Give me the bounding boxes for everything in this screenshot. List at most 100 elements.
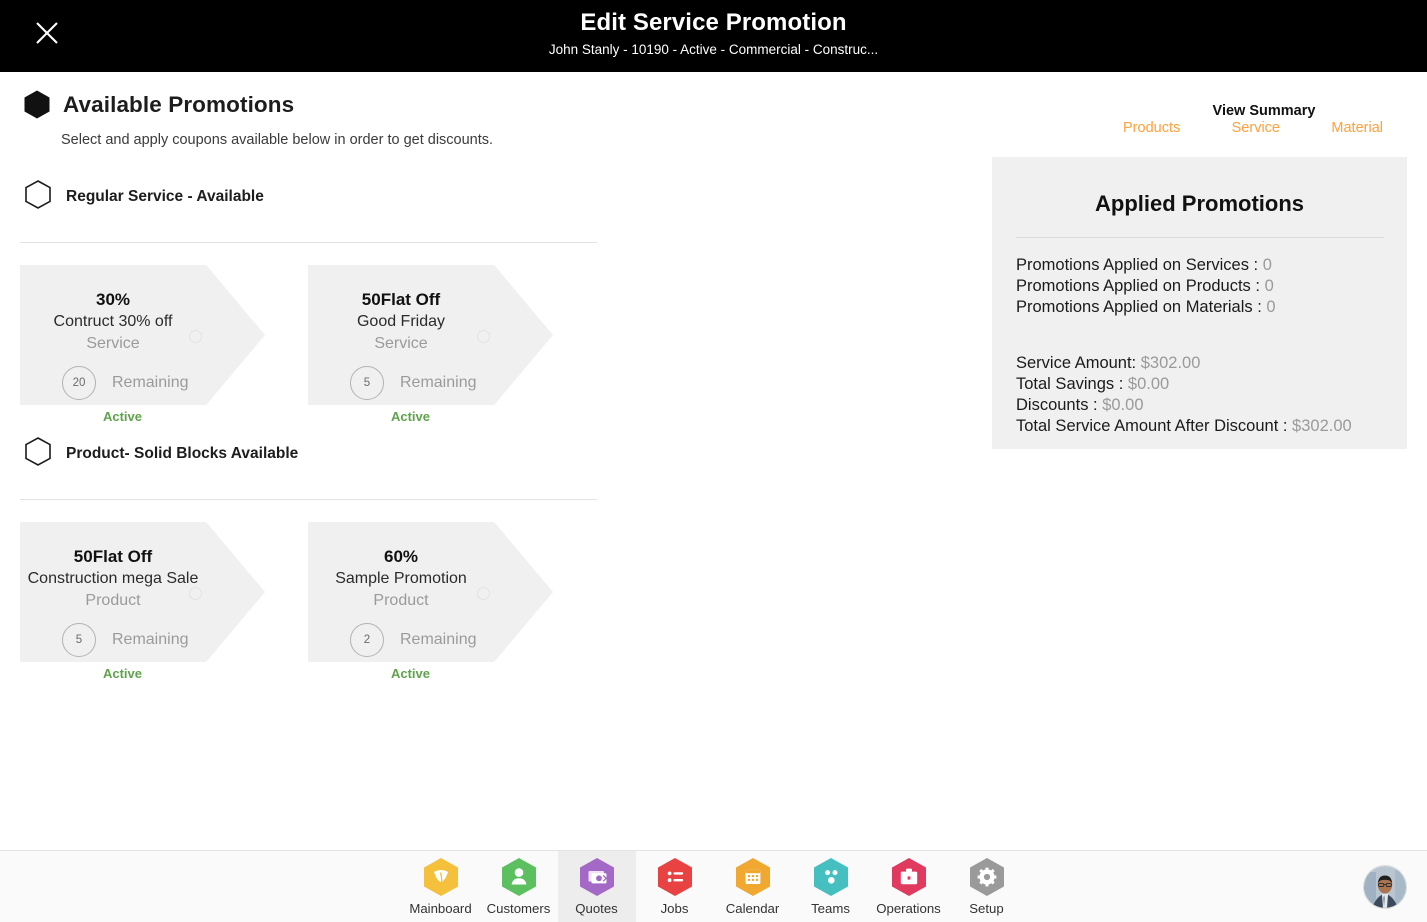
status-badge: Active [102, 666, 143, 681]
promotions-screen: Edit Service Promotion John Stanly - 101… [0, 0, 1427, 922]
dashboard-icon [423, 857, 459, 897]
avatar[interactable] [1363, 865, 1407, 909]
divider [1015, 237, 1384, 238]
value: $302.00 [1292, 416, 1352, 435]
nav-item-jobs[interactable]: Jobs [636, 851, 714, 922]
coupon-remaining-label: Remaining [400, 631, 477, 648]
coupon-type: Service [374, 335, 428, 352]
coupon-name: Good Friday [356, 313, 446, 330]
value: 0 [1266, 297, 1276, 316]
page-subtitle: Select and apply coupons available below… [61, 132, 494, 148]
label: Promotions Applied on Materials : [1016, 297, 1267, 316]
coupon-card[interactable]: 60% Sample Promotion Product 2 Remaining Acti… [308, 522, 553, 681]
coupon-card[interactable]: 30% Contruct 30% off Service 20 Remaining Act… [20, 265, 265, 424]
divider [20, 499, 597, 500]
summary-link-service[interactable]: Service [1232, 120, 1280, 136]
nav-item-label: Quotes [575, 901, 618, 916]
nav-item-label: Customers [486, 901, 551, 916]
applied-amount-line: Service Amount: $302.00 [1016, 353, 1407, 374]
divider [20, 242, 597, 243]
nav-item-label: Mainboard [409, 901, 472, 916]
applied-amount-line: Total Service Amount After Discount : $3… [1016, 416, 1407, 437]
calendar-icon [735, 857, 771, 897]
quote-icon [579, 857, 615, 897]
nav-item-teams[interactable]: Teams [792, 851, 870, 922]
hexagon-outline-icon [25, 180, 51, 214]
hexagon-outline-icon [25, 437, 51, 471]
applied-amount-line: Discounts : $0.00 [1016, 395, 1407, 416]
nav-item-operations[interactable]: Operations [870, 851, 948, 922]
view-summary-links: Products Service Material [1123, 120, 1383, 136]
teams-icon [813, 857, 849, 897]
label: Discounts : [1016, 395, 1103, 414]
modal-header: Edit Service Promotion John Stanly - 101… [0, 0, 1427, 72]
label: Promotions Applied on Services : [1016, 256, 1263, 274]
applied-count-line: Promotions Applied on Materials : 0 [1016, 297, 1407, 318]
nav-item-calendar[interactable]: Calendar [714, 851, 792, 922]
nav-item-label: Teams [811, 901, 850, 916]
nav-item-customers[interactable]: Customers [480, 851, 558, 922]
label: Total Savings : [1016, 375, 1128, 394]
coupon-name: Contruct 30% off [53, 313, 173, 330]
coupon-name: Construction mega Sale [27, 570, 199, 587]
coupon-remaining-label: Remaining [112, 631, 189, 648]
summary-link-products[interactable]: Products [1123, 120, 1180, 136]
view-summary: View Summary Products Service Material [1123, 103, 1383, 136]
header-title-group: Edit Service Promotion John Stanly - 101… [0, 0, 1427, 58]
nav-item-setup[interactable]: Setup [948, 851, 1026, 922]
coupon-remaining-count: 20 [62, 366, 96, 400]
applied-counts-list: Promotions Applied on Services : 0 Promot… [1016, 255, 1407, 317]
modal-subtitle: John Stanly - 10190 - Active - Commercia… [548, 42, 879, 57]
nav-item-label: Setup [969, 901, 1004, 916]
view-summary-label: View Summary [1212, 103, 1316, 119]
applied-promotions-title: Applied Promotions [1095, 191, 1304, 216]
coupon-amount: 60% [383, 547, 419, 566]
modal-title: Edit Service Promotion [580, 9, 847, 36]
section-header: Regular Service - Available [0, 180, 640, 214]
coupon-type: Service [86, 335, 140, 352]
promotions-sections: Regular Service - Available 30% Contruct 3… [0, 180, 640, 694]
summary-link-material[interactable]: Material [1331, 120, 1383, 136]
label: Promotions Applied on Products : [1016, 276, 1265, 295]
coupon-name: Sample Promotion [335, 570, 467, 587]
bottom-navigation: Mainboard Customers Quotes Jobs Calendar Team… [0, 850, 1427, 922]
coupon-amount: 50Flat Off [73, 547, 153, 566]
status-badge: Active [390, 666, 431, 681]
coupon-type: Product [85, 592, 141, 609]
nav-item-label: Calendar [725, 901, 780, 916]
value: $302.00 [1140, 354, 1201, 373]
gear-icon [969, 857, 1005, 897]
section-title: Regular Service - Available [66, 188, 264, 205]
status-badge: Active [102, 409, 143, 424]
label: Total Service Amount After Discount : [1016, 416, 1293, 435]
briefcase-icon [891, 857, 927, 897]
value: 0 [1262, 256, 1272, 274]
hexagon-solid-icon [24, 90, 50, 119]
coupon-card[interactable]: 50Flat Off Good Friday Service 5 Remaining Ac… [308, 265, 553, 424]
coupon-remaining-count: 2 [350, 623, 384, 657]
coupon-card[interactable]: 50Flat Off Construction mega Sale Product 5… [20, 522, 265, 681]
nav-item-mainboard[interactable]: Mainboard [402, 851, 480, 922]
nav-item-label: Jobs [660, 901, 689, 916]
applied-count-line: Promotions Applied on Services : 0 [1016, 255, 1407, 276]
promotion-section: Product- Solid Blocks Available 50Flat Of… [0, 437, 640, 692]
applied-count-line: Promotions Applied on Products : 0 [1016, 276, 1407, 297]
value: $0.00 [1127, 375, 1170, 394]
coupon-row: 30% Contruct 30% off Service 20 Remaining Act… [0, 265, 640, 435]
page-header: Available Promotions Select and apply co… [24, 90, 493, 148]
list-icon [657, 857, 693, 897]
coupon-remaining-label: Remaining [400, 374, 477, 391]
coupon-remaining-count: 5 [62, 623, 96, 657]
nav-item-label: Operations [876, 901, 941, 916]
nav-item-quotes[interactable]: Quotes [557, 851, 636, 922]
coupon-amount: 30% [95, 290, 131, 309]
coupon-type: Product [373, 592, 429, 609]
label: Service Amount: [1016, 354, 1141, 373]
promotion-section: Regular Service - Available 30% Contruct 3… [0, 180, 640, 435]
section-header: Product- Solid Blocks Available [0, 437, 640, 471]
value: 0 [1264, 276, 1274, 295]
coupon-row: 50Flat Off Construction mega Sale Product 5… [0, 522, 640, 692]
coupon-remaining-count: 5 [350, 366, 384, 400]
applied-promotions-panel: Applied Promotions Promotions Applied on… [992, 157, 1407, 449]
coupon-amount: 50Flat Off [361, 290, 441, 309]
